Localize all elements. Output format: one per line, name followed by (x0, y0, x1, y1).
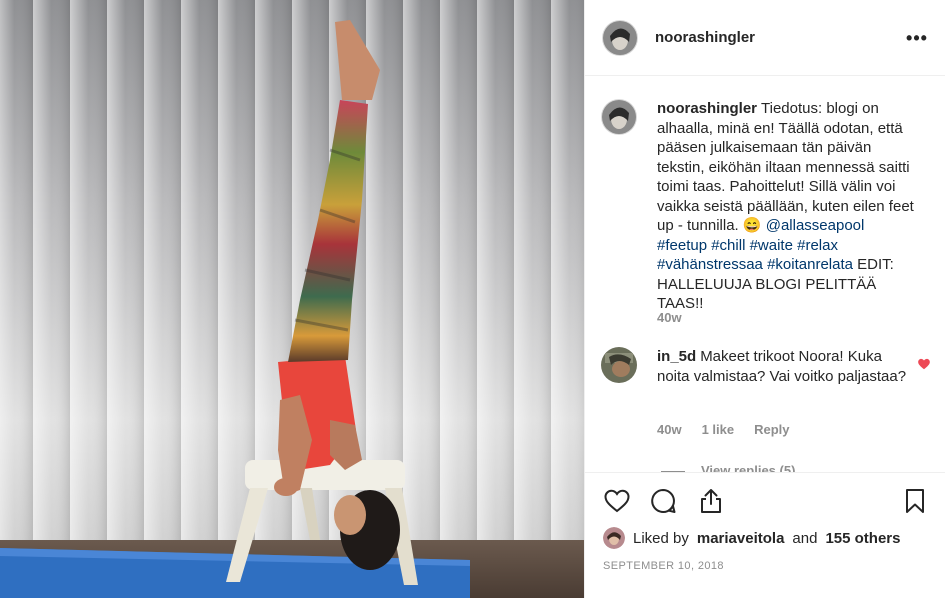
curtain-fold (440, 0, 477, 560)
post-photo[interactable] (0, 0, 584, 598)
comment-like-icon[interactable] (917, 357, 931, 371)
post-detail-panel: noorashingler ••• noorashingler Tiedotus:… (584, 0, 945, 598)
hashtag[interactable]: #feetup (657, 237, 707, 254)
curtain-fold (33, 0, 70, 560)
author-username[interactable]: noorashingler (655, 29, 755, 46)
caption-meta: 40w (657, 310, 682, 325)
comment-icon[interactable] (649, 487, 677, 515)
hashtag[interactable]: #waite (750, 237, 793, 254)
post-photo-illustration (0, 0, 584, 598)
likes-and: and (792, 529, 818, 547)
hashtag[interactable]: @allasseapool (766, 217, 865, 234)
curtain-fold (181, 0, 218, 560)
curtain-fold (551, 0, 584, 560)
comment-like-count[interactable]: 1 like (702, 422, 735, 437)
liker-avatar[interactable] (603, 527, 625, 549)
caption-timestamp[interactable]: 40w (657, 310, 682, 325)
curtain-fold (477, 0, 514, 560)
comment-text: in_5d Makeet trikoot Noora! Kuka noita va… (657, 347, 915, 386)
commenter-avatar[interactable] (601, 347, 637, 383)
comment-timestamp[interactable]: 40w (657, 422, 682, 437)
reply-button[interactable]: Reply (754, 422, 789, 437)
likes-others-count[interactable]: 155 others (825, 530, 900, 547)
curtain-fold (514, 0, 551, 560)
liked-by-prefix: Liked by (633, 529, 689, 547)
hashtag[interactable]: #chill (711, 237, 745, 254)
comments-section[interactable]: noorashingler Tiedotus: blogi on alhaalla… (585, 77, 945, 472)
liker-username[interactable]: mariaveitola (697, 530, 785, 547)
more-icon[interactable]: ••• (903, 26, 931, 50)
action-bar (585, 472, 945, 528)
share-icon[interactable] (697, 487, 725, 515)
caption-username[interactable]: noorashingler (657, 100, 757, 117)
likes-summary: Liked by mariaveitola and 155 others (603, 526, 901, 550)
post-header: noorashingler ••• (585, 0, 945, 76)
bookmark-icon[interactable] (901, 487, 929, 515)
hashtag[interactable]: #koitanrelata (767, 256, 853, 273)
view-replies-button[interactable]: View replies (5) (701, 463, 795, 472)
comment-meta: 40w 1 like Reply (657, 422, 790, 437)
commenter-username[interactable]: in_5d (657, 348, 696, 365)
heart-icon[interactable] (603, 487, 631, 515)
author-avatar[interactable] (602, 20, 638, 56)
caption-text-part1: Tiedotus: blogi on alhaalla, minä en! Tä… (657, 100, 914, 234)
caption-text: noorashingler Tiedotus: blogi on alhaalla… (657, 99, 915, 314)
hashtag[interactable]: #relax (797, 237, 838, 254)
curtain-fold (403, 0, 440, 560)
curtain-fold (107, 0, 144, 560)
hashtag[interactable]: #vähänstressaa (657, 256, 763, 273)
curtain-fold (70, 0, 107, 560)
curtain-fold (0, 0, 33, 560)
curtain-fold (144, 0, 181, 560)
caption-avatar[interactable] (601, 99, 637, 135)
post-date[interactable]: SEPTEMBER 10, 2018 (603, 560, 724, 572)
